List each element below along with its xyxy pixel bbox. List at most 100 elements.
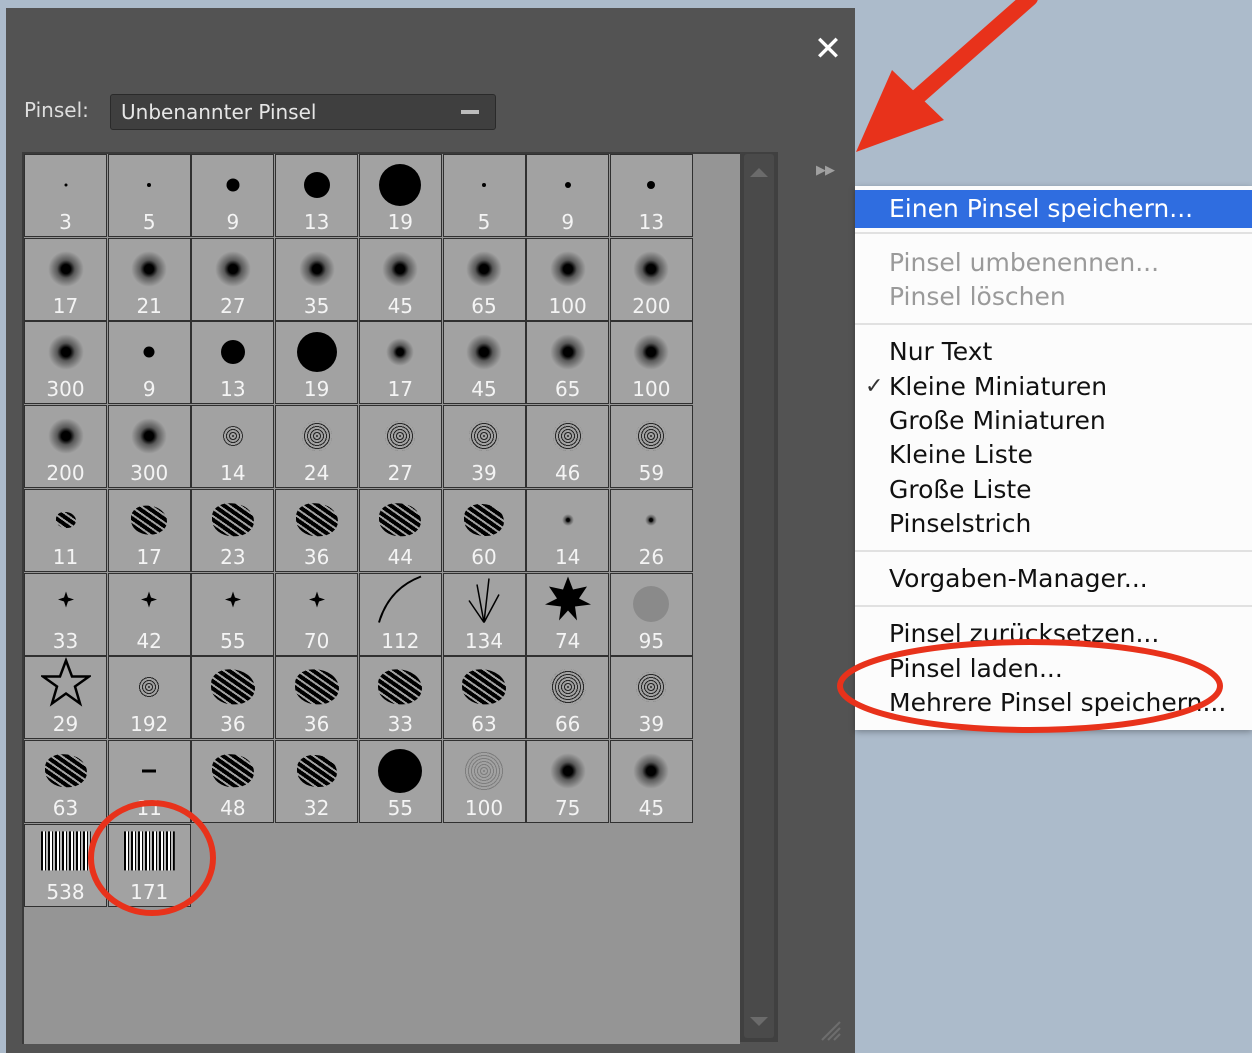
brush-preset-cell[interactable]: 9 [191,154,275,237]
brush-preset-cell[interactable]: 134 [442,572,526,656]
brush-tip-icon [382,250,419,287]
menu-item-brush-stroke[interactable]: Pinselstrich [889,509,1031,539]
menu-item-preset-manager[interactable]: Vorgaben-Manager... [889,564,1148,594]
brush-preset-cell[interactable]: 200 [609,237,693,321]
brush-preset-cell[interactable]: 21 [107,237,191,321]
brush-size-label: 21 [136,293,162,318]
resize-grip-icon[interactable] [818,1018,842,1042]
brush-tip-icon [636,672,667,703]
menu-item-load-brushes[interactable]: Pinsel laden... [889,654,1063,684]
brush-preset-cell[interactable]: 5 [107,154,191,237]
brush-preset-cell[interactable]: 45 [358,237,442,321]
brush-preset-cell[interactable]: 42 [107,572,191,656]
brush-preset-cell[interactable]: 36 [191,656,275,740]
brush-preset-cell[interactable]: 65 [526,321,610,405]
brush-size-label: 134 [464,628,504,653]
brush-preset-cell[interactable]: 13 [609,154,693,237]
brush-preset-cell[interactable]: 27 [191,237,275,321]
brush-preset-cell[interactable]: 100 [526,237,610,321]
brush-preset-cell[interactable]: 45 [442,321,526,405]
brush-preset-cell[interactable]: 192 [107,656,191,740]
menu-item-reset-brushes[interactable]: Pinsel zurücksetzen... [889,619,1159,649]
brush-preset-cell[interactable]: 33 [358,656,442,740]
brush-preset-cell[interactable]: 39 [609,656,693,740]
close-icon[interactable]: ✕ [811,32,845,66]
menu-item-small-list[interactable]: Kleine Liste [889,440,1033,470]
brush-preset-cell[interactable]: 200 [24,405,107,489]
brush-preset-cell[interactable]: 95 [609,572,693,656]
brush-preset-cell[interactable]: 35 [275,237,359,321]
brush-preset-cell[interactable]: 538 [24,823,107,907]
brush-preset-cell[interactable]: 9 [526,154,610,237]
scrollbar-track[interactable] [744,154,774,1038]
brush-select[interactable]: Unbenannter Pinsel [110,94,496,130]
brush-preset-cell[interactable]: 3 [24,154,107,237]
brush-preset-cell[interactable]: 100 [442,739,526,823]
brush-preset-cell[interactable]: 32 [275,739,359,823]
brush-preset-cell[interactable]: 17 [24,237,107,321]
brush-preset-cell[interactable]: 44 [358,488,442,572]
brush-preset-cell[interactable]: 39 [442,405,526,489]
brush-preset-cell[interactable]: 75 [526,739,610,823]
brush-preset-cell[interactable]: 36 [275,488,359,572]
brush-preset-cell[interactable]: 13 [191,321,275,405]
brush-preset-cell[interactable]: 11 [107,739,191,823]
brush-size-label: 14 [220,461,246,486]
menu-item-large-thumbnails[interactable]: Große Miniaturen [889,406,1106,436]
brush-preset-cell[interactable]: 74 [526,572,610,656]
brush-preset-cell[interactable]: 100 [609,321,693,405]
brush-preset-cell[interactable]: 66 [526,656,610,740]
brush-preset-cell[interactable]: 63 [24,739,107,823]
brush-size-label: 65 [471,293,497,318]
brush-preset-cell[interactable]: 23 [191,488,275,572]
brush-preset-cell[interactable]: 65 [442,237,526,321]
brush-size-label: 200 [632,293,671,318]
brush-preset-cell[interactable]: 70 [275,572,359,656]
brush-tip-icon [469,421,499,452]
brush-preset-cell[interactable]: 27 [358,405,442,489]
brush-preset-cell[interactable]: 300 [24,321,107,405]
brush-preset-cell[interactable]: 48 [191,739,275,823]
scrollbar[interactable] [740,152,778,1042]
brush-preset-cell[interactable]: 55 [191,572,275,656]
brush-preset-cell[interactable]: 45 [609,739,693,823]
brush-size-label: 17 [136,544,162,569]
brush-preset-cell[interactable]: 300 [107,405,191,489]
brush-preset-cell[interactable]: 9 [107,321,191,405]
brush-preset-cell[interactable]: 112 [358,572,442,656]
menu-item-text-only[interactable]: Nur Text [889,337,992,367]
brush-tip-icon [40,831,91,871]
brush-size-label: 11 [136,795,162,820]
brush-tip-icon [295,503,338,537]
brush-preset-cell[interactable]: 60 [442,488,526,572]
brush-preset-cell[interactable]: 46 [526,405,610,489]
brush-preset-cell[interactable]: 13 [275,154,359,237]
menu-item-small-thumbnails[interactable]: Kleine Miniaturen [889,372,1107,402]
brush-preset-cell[interactable]: 14 [526,488,610,572]
brush-preset-cell[interactable]: 11 [24,488,107,572]
brush-preset-cell[interactable]: 63 [442,656,526,740]
menu-item-large-list[interactable]: Große Liste [889,475,1032,505]
brush-preset-cell[interactable]: 17 [107,488,191,572]
scroll-up-icon[interactable] [750,168,768,177]
brush-preset-cell[interactable]: 26 [609,488,693,572]
brush-size-label: 13 [638,210,665,234]
brush-preset-cell[interactable]: 24 [275,405,359,489]
panel-menu-icon[interactable]: ▶▶ [816,162,835,178]
brush-size-label: 66 [554,712,581,737]
brush-preset-cell[interactable]: 29 [24,656,107,740]
brush-preset-cell[interactable]: 5 [442,154,526,237]
brush-tip-icon [296,332,337,373]
menu-item-save-multiple-brushes[interactable]: Mehrere Pinsel speichern... [889,688,1226,718]
brush-preset-cell[interactable]: 55 [358,739,442,823]
scroll-down-icon[interactable] [750,1017,768,1026]
menu-item-save-brush[interactable]: Einen Pinsel speichern... [889,194,1193,224]
brush-preset-cell[interactable]: 33 [24,572,107,656]
brush-preset-cell[interactable]: 36 [275,656,359,740]
brush-preset-cell[interactable]: 171 [107,823,191,907]
brush-preset-cell[interactable]: 17 [358,321,442,405]
brush-preset-cell[interactable]: 14 [191,405,275,489]
brush-preset-cell[interactable]: 59 [609,405,693,489]
brush-preset-cell[interactable]: 19 [275,321,359,405]
brush-preset-cell[interactable]: 19 [358,154,442,237]
